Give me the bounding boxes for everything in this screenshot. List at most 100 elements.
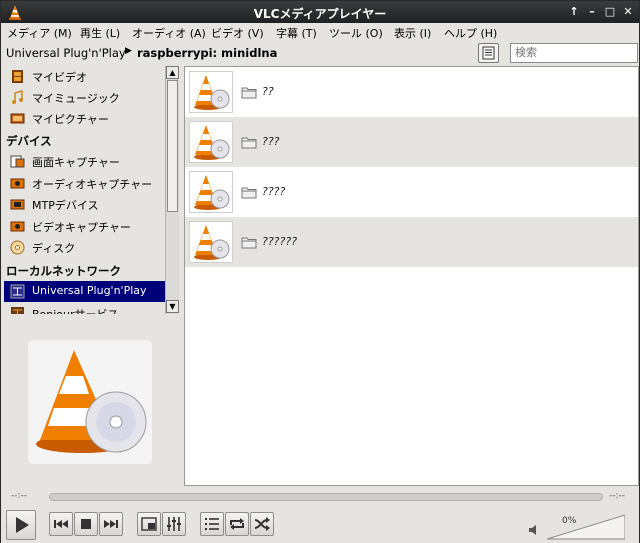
list-item[interactable]: ?? bbox=[185, 67, 638, 117]
folder-icon bbox=[241, 187, 257, 199]
sidebar-item-label: マイピクチャー bbox=[32, 113, 109, 126]
stop-icon bbox=[81, 519, 91, 529]
menu-tools[interactable]: ツール (O) bbox=[329, 25, 383, 41]
network-icon bbox=[10, 284, 25, 299]
search-input[interactable] bbox=[510, 43, 638, 63]
scrollbar-thumb[interactable] bbox=[167, 80, 178, 212]
vlc-cone-disc-icon bbox=[194, 225, 230, 260]
folder-icon bbox=[241, 137, 257, 149]
media-list: ?? ??? ???? ?????? bbox=[184, 66, 639, 486]
sidebar-item-screen-capture[interactable]: 画面キャプチャー bbox=[4, 151, 165, 172]
folder-icon bbox=[241, 87, 257, 99]
sidebar-item-my-pictures[interactable]: マイピクチャー bbox=[4, 108, 165, 129]
menu-view[interactable]: 表示 (I) bbox=[394, 25, 431, 41]
sidebar: マイビデオ マイミュージック マイピクチャー デバイス 画面キャプチャー オーデ… bbox=[4, 66, 165, 314]
window-maximize-button[interactable]: □ bbox=[603, 5, 617, 19]
disc-icon bbox=[10, 240, 25, 255]
window-minimize-button[interactable]: – bbox=[585, 5, 599, 19]
sidebar-scrollbar[interactable]: ▲ ▼ bbox=[165, 66, 179, 314]
stop-button[interactable] bbox=[74, 512, 98, 536]
seek-bar-area: --:-- --:-- bbox=[1, 487, 639, 507]
menu-help[interactable]: ヘルプ (H) bbox=[444, 25, 497, 41]
speaker-icon[interactable] bbox=[527, 523, 541, 537]
menu-media[interactable]: メディア (M) bbox=[7, 25, 72, 41]
screen-capture-icon bbox=[10, 155, 25, 168]
seek-slider[interactable] bbox=[49, 493, 603, 501]
volume-slider[interactable] bbox=[547, 514, 625, 540]
elapsed-time: --:-- bbox=[11, 491, 28, 501]
loop-icon bbox=[230, 518, 244, 530]
sidebar-item-label: MTPデバイス bbox=[32, 199, 99, 212]
vlc-cone-disc-icon bbox=[194, 125, 230, 160]
fullscreen-icon bbox=[141, 517, 157, 531]
fullscreen-button[interactable] bbox=[137, 512, 161, 536]
window-close-button[interactable]: ✕ bbox=[621, 5, 635, 19]
vlc-cone-disc-icon bbox=[36, 350, 147, 453]
extended-settings-button[interactable] bbox=[162, 512, 186, 536]
sidebar-item-label: マイミュージック bbox=[32, 92, 120, 105]
item-thumbnail bbox=[189, 171, 233, 213]
item-thumbnail bbox=[189, 121, 233, 163]
play-button[interactable] bbox=[6, 510, 36, 540]
playlist-icon bbox=[205, 518, 219, 530]
list-view-icon bbox=[482, 46, 495, 60]
local-network-heading: ローカルネットワーク bbox=[6, 264, 121, 278]
album-art bbox=[28, 340, 152, 464]
devices-heading: デバイス bbox=[6, 134, 52, 148]
sidebar-item-audio-capture[interactable]: オーディオキャプチャー bbox=[4, 173, 165, 194]
list-item[interactable]: ?????? bbox=[185, 217, 638, 267]
item-name: ?? bbox=[262, 85, 274, 98]
item-name: ???? bbox=[262, 185, 286, 198]
previous-button[interactable] bbox=[49, 512, 73, 536]
breadcrumb: Universal Plug'n'Play ▶ raspberrypi: min… bbox=[1, 41, 639, 65]
vlc-window: VLCメディアプレイヤー ↑ – □ ✕ メディア (M) 再生 (L) オーデ… bbox=[0, 0, 640, 543]
menu-audio[interactable]: オーディオ (A) bbox=[132, 25, 206, 41]
playlist-button[interactable] bbox=[200, 512, 224, 536]
player-controls: 0% bbox=[1, 507, 639, 543]
vlc-cone-disc-icon bbox=[194, 75, 230, 110]
item-thumbnail bbox=[189, 221, 233, 263]
breadcrumb-current[interactable]: raspberrypi: minidlna bbox=[137, 46, 277, 60]
list-item[interactable]: ??? bbox=[185, 117, 638, 167]
audio-capture-icon bbox=[10, 178, 25, 189]
scroll-up-arrow-icon[interactable]: ▲ bbox=[166, 66, 179, 79]
window-up-button[interactable]: ↑ bbox=[567, 5, 581, 19]
item-thumbnail bbox=[189, 71, 233, 113]
video-capture-icon bbox=[10, 221, 25, 232]
vlc-cone-disc-icon bbox=[194, 175, 230, 210]
equalizer-icon bbox=[167, 517, 181, 531]
sidebar-item-label: Universal Plug'n'Play bbox=[32, 284, 147, 297]
list-item[interactable]: ???? bbox=[185, 167, 638, 217]
mtp-device-icon bbox=[10, 199, 25, 210]
scroll-down-arrow-icon[interactable]: ▼ bbox=[166, 300, 179, 313]
film-icon bbox=[12, 70, 23, 83]
bonjour-icon bbox=[11, 307, 24, 314]
shuffle-button[interactable] bbox=[250, 512, 274, 536]
play-icon bbox=[16, 517, 29, 533]
shuffle-icon bbox=[254, 517, 270, 531]
sidebar-item-my-videos[interactable]: マイビデオ bbox=[4, 66, 165, 87]
sidebar-item-label: オーディオキャプチャー bbox=[32, 178, 153, 191]
volume-level: 0% bbox=[562, 516, 577, 526]
sidebar-item-label: ディスク bbox=[32, 242, 76, 255]
breadcrumb-root[interactable]: Universal Plug'n'Play bbox=[6, 46, 126, 60]
next-icon bbox=[104, 520, 118, 528]
sidebar-item-label: ビデオキャプチャー bbox=[32, 221, 131, 234]
sidebar-item-mtp-device[interactable]: MTPデバイス bbox=[4, 194, 165, 215]
sidebar-item-video-capture[interactable]: ビデオキャプチャー bbox=[4, 216, 165, 237]
sidebar-item-my-music[interactable]: マイミュージック bbox=[4, 87, 165, 108]
view-mode-button[interactable] bbox=[478, 43, 499, 63]
loop-button[interactable] bbox=[225, 512, 249, 536]
sidebar-item-bonjour[interactable]: Bonjourサービス bbox=[4, 303, 165, 314]
menu-bar: メディア (M) 再生 (L) オーディオ (A) ビデオ (V) 字幕 (T)… bbox=[1, 23, 639, 41]
menu-subtitle[interactable]: 字幕 (T) bbox=[276, 25, 317, 41]
menu-playback[interactable]: 再生 (L) bbox=[80, 25, 120, 41]
picture-icon bbox=[10, 113, 25, 124]
menu-video[interactable]: ビデオ (V) bbox=[211, 25, 264, 41]
sidebar-item-label: Bonjourサービス bbox=[32, 306, 119, 314]
sidebar-item-label: 画面キャプチャー bbox=[32, 156, 120, 169]
next-button[interactable] bbox=[99, 512, 123, 536]
sidebar-item-disc[interactable]: ディスク bbox=[4, 237, 165, 258]
total-time: --:-- bbox=[609, 491, 626, 501]
sidebar-item-upnp[interactable]: Universal Plug'n'Play bbox=[4, 281, 165, 302]
